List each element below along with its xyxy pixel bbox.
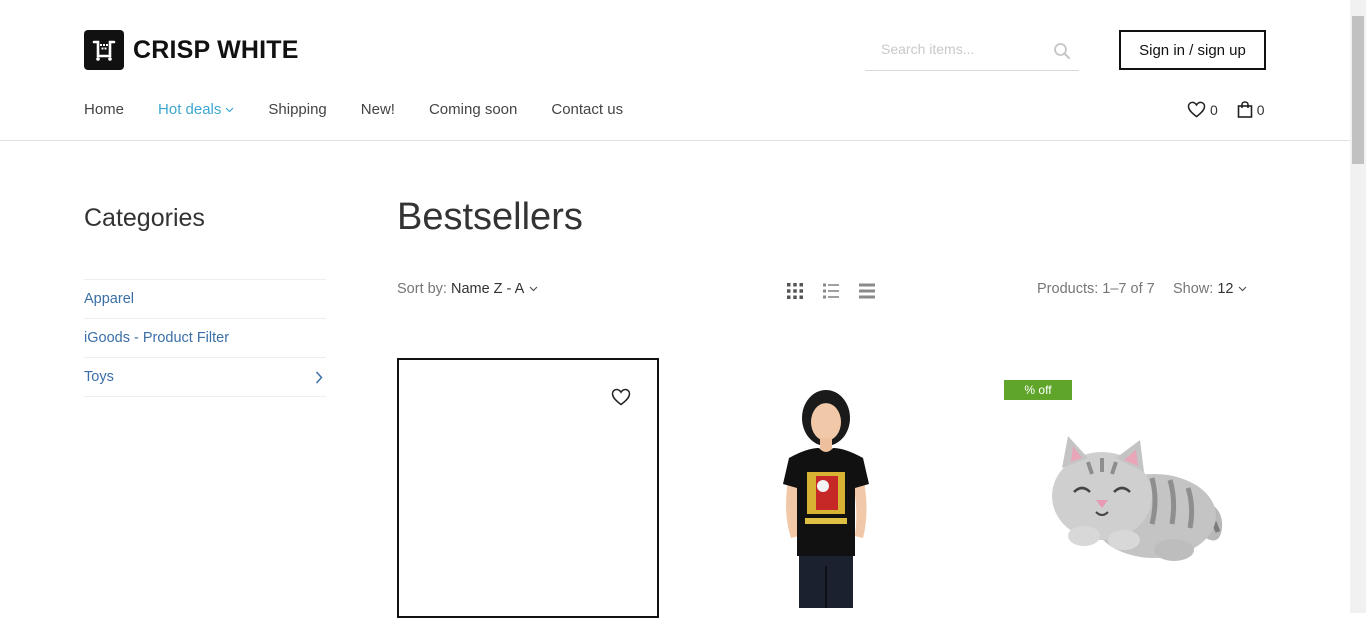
sort-dropdown[interactable]: Sort by: Name Z - A (397, 281, 538, 297)
category-label: iGoods - Product Filter (84, 330, 230, 346)
nav-home-label: Home (84, 101, 125, 118)
category-label: Apparel (84, 291, 134, 307)
nav-contact-us-label: Contact us (551, 101, 624, 118)
category-igoods-product-filter[interactable]: iGoods - Product Filter (84, 319, 326, 358)
wishlist-count: 0 (1210, 101, 1218, 118)
wishlist-link[interactable]: 0 (1187, 101, 1218, 118)
brand-name: CRISP WHITE (133, 35, 299, 64)
sort-label: Sort by: (397, 281, 447, 297)
page-scrollbar[interactable] (1350, 0, 1366, 613)
product-card[interactable] (397, 358, 659, 618)
sign-in-button[interactable]: Sign in / sign up (1119, 30, 1266, 70)
nav-contact-us[interactable]: Contact us (551, 101, 623, 118)
nav-hot-deals-label: Hot deals (158, 101, 222, 118)
site-header: CRISP WHITE Sign in / sign up Home Hot d… (0, 0, 1350, 141)
brand-logo[interactable]: CRISP WHITE (84, 30, 299, 70)
category-toys[interactable]: Toys (84, 358, 326, 397)
cart-link[interactable]: 0 (1237, 101, 1265, 118)
nav-new[interactable]: New! (361, 101, 395, 118)
chevron-right-icon[interactable] (315, 370, 323, 384)
scrollbar-thumb[interactable] (1352, 16, 1364, 164)
chevron-down-icon (529, 286, 538, 292)
discount-badge: % off (1004, 380, 1072, 400)
search-icon[interactable] (1053, 42, 1071, 60)
nav-shipping-label: Shipping (268, 101, 327, 118)
cart-count: 0 (1256, 101, 1265, 118)
product-image-tshirt[interactable] (761, 388, 891, 613)
products-count: Products: 1–7 of 7 (1037, 281, 1155, 297)
heart-icon (1187, 101, 1206, 118)
chevron-down-icon (1239, 286, 1247, 292)
nav-coming-soon[interactable]: Coming soon (429, 101, 517, 118)
category-list: Apparel iGoods - Product Filter Toys (84, 279, 326, 397)
list-view-icon[interactable] (822, 282, 840, 300)
show-label: Show: (1173, 281, 1214, 297)
category-apparel[interactable]: Apparel (84, 280, 326, 319)
category-label: Toys (84, 369, 114, 385)
product-image-plush-cat[interactable] (1044, 428, 1229, 573)
table-view-icon[interactable] (858, 282, 876, 300)
search-input[interactable] (879, 40, 1053, 58)
main-nav: Home Hot deals Shipping New! Coming soon… (84, 101, 657, 118)
nav-home[interactable]: Home (84, 101, 124, 118)
product-card[interactable] (703, 358, 965, 618)
page-title: Bestsellers (397, 196, 583, 238)
cart-logo-icon (84, 30, 124, 70)
items-per-page-dropdown[interactable]: Show: 12 (1173, 281, 1247, 297)
nav-new-label: New! (360, 101, 395, 118)
categories-title: Categories (84, 204, 205, 232)
search-box (865, 30, 1079, 71)
shopping-bag-icon (1237, 101, 1253, 118)
nav-coming-soon-label: Coming soon (428, 101, 518, 118)
sort-value: Name Z - A (450, 281, 525, 297)
show-value: 12 (1217, 281, 1234, 297)
product-card[interactable]: % off (1004, 358, 1266, 618)
grid-view-icon[interactable] (786, 282, 804, 300)
heart-icon[interactable] (611, 388, 631, 406)
header-icons: 0 0 (1187, 101, 1265, 118)
nav-hot-deals[interactable]: Hot deals (158, 101, 234, 118)
view-mode-switcher (786, 282, 894, 300)
chevron-down-icon (225, 107, 234, 112)
nav-shipping[interactable]: Shipping (268, 101, 326, 118)
